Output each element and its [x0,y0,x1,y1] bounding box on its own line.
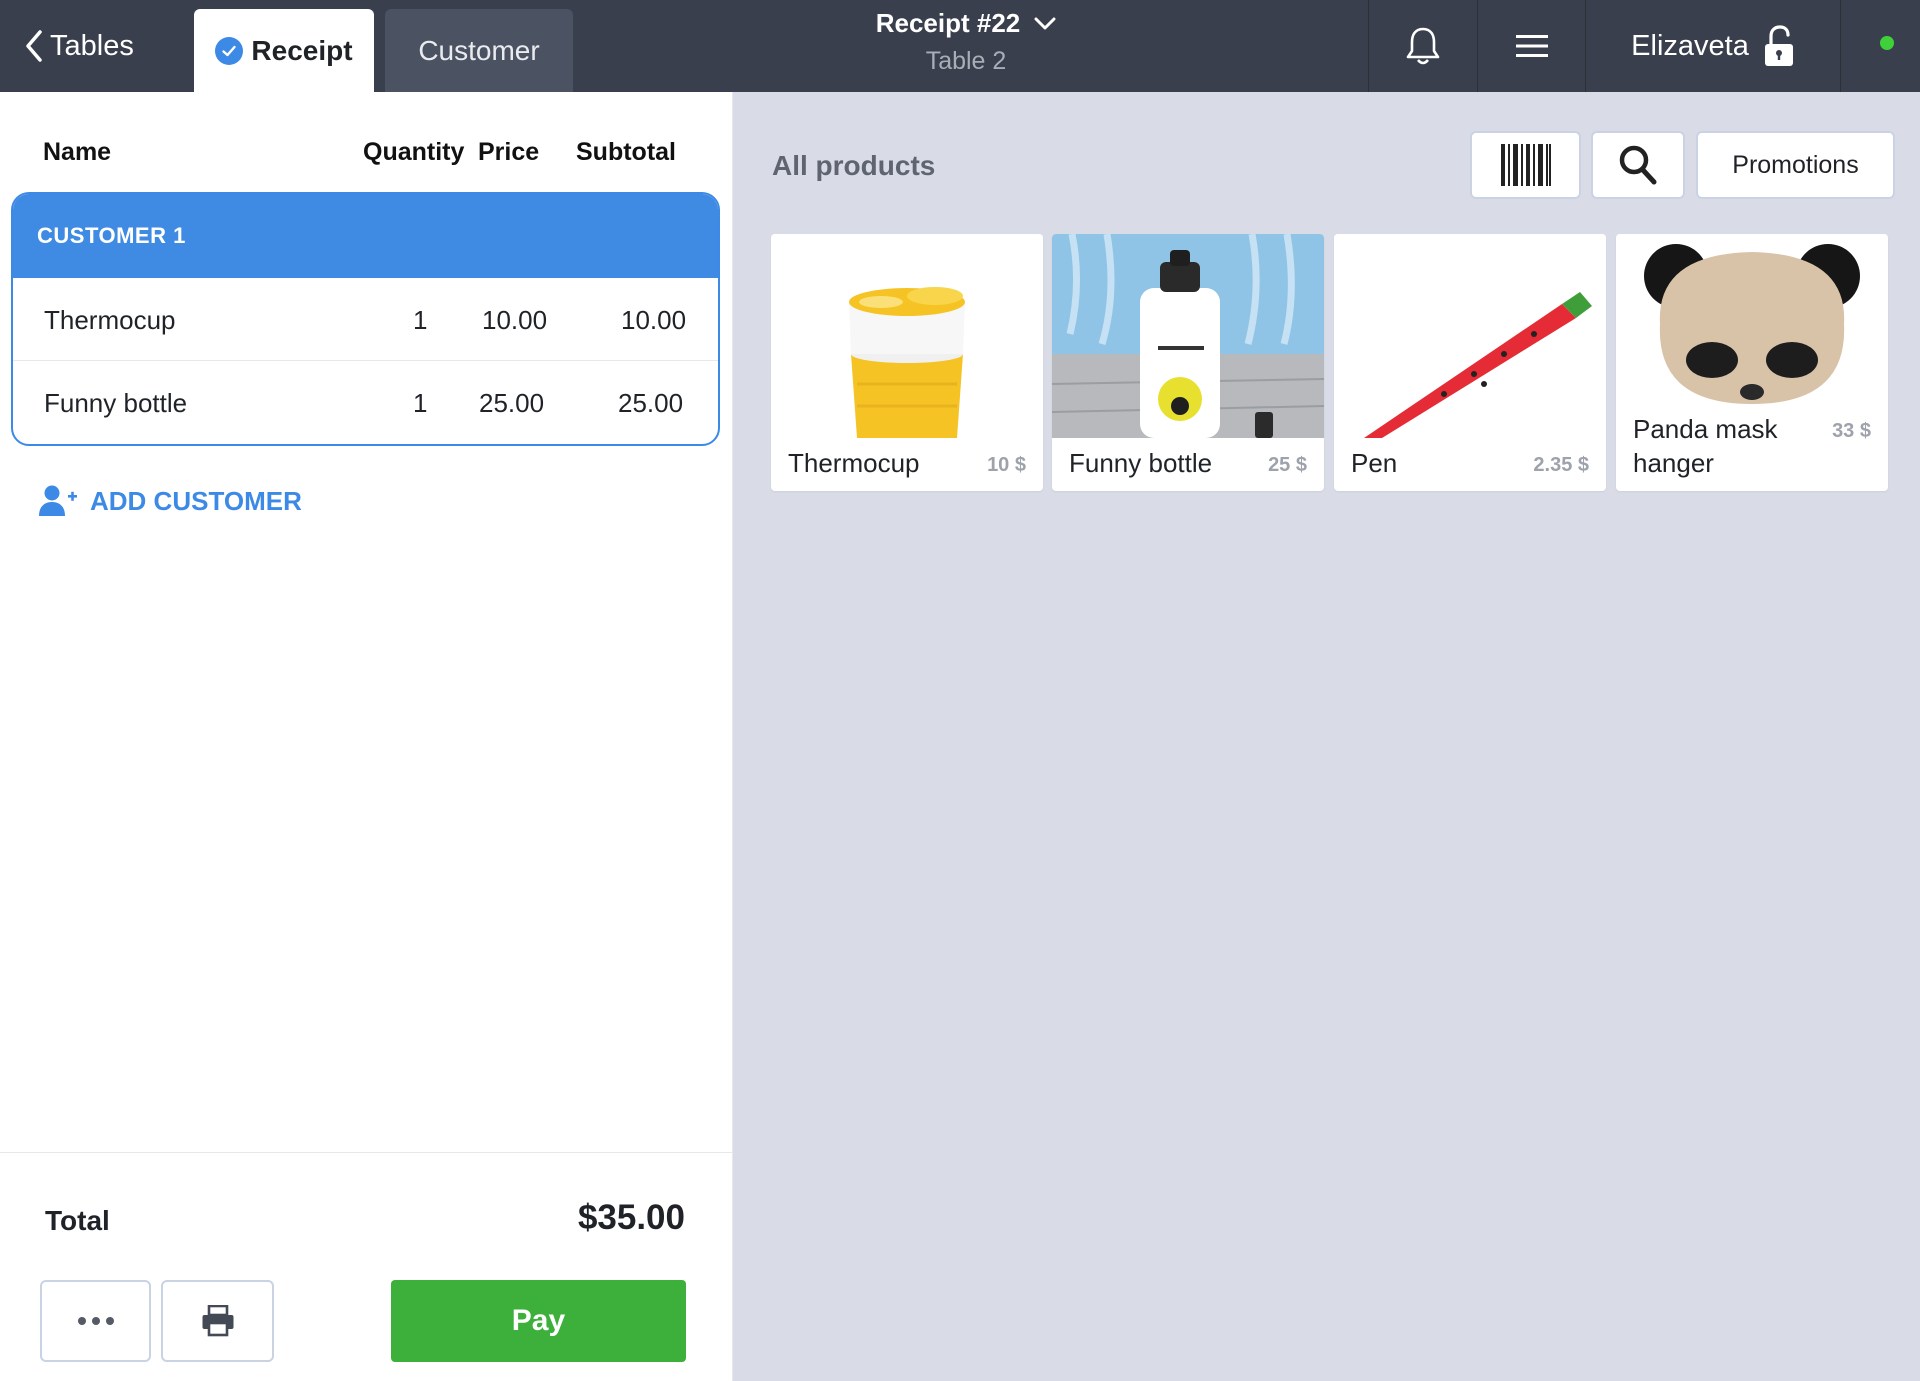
menu-button[interactable] [1478,0,1585,92]
customer-header[interactable]: CUSTOMER 1 [13,194,718,278]
customer-group: CUSTOMER 1 Thermocup 1 10.00 10.00 Funny… [11,192,720,446]
item-price: 25.00 [479,388,545,418]
products-section-title: All products [772,150,936,181]
barcode-scan-button[interactable] [1470,131,1581,199]
product-card-funny-bottle[interactable]: Funny bottle 25 $ [1052,234,1324,491]
user-account-button[interactable]: Elizaveta [1586,0,1840,92]
online-status-indicator [1880,36,1894,50]
product-name: Funny bottle [1069,448,1213,478]
user-plus-icon [39,485,77,516]
product-card-thermocup[interactable]: Thermocup 10 $ [771,234,1043,491]
product-card-pen[interactable]: Pen 2.35 $ [1334,234,1606,491]
add-customer-label: ADD CUSTOMER [90,485,302,516]
promotions-label: Promotions [1732,150,1859,179]
product-price: 25 $ [1268,454,1307,476]
check-circle-icon [215,36,244,65]
footer-divider [0,1152,733,1153]
product-price: 33 $ [1832,420,1871,442]
item-name: Thermocup [44,305,176,335]
column-header-name: Name [43,138,112,166]
total-label: Total [45,1205,110,1236]
item-subtotal: 10.00 [621,305,687,335]
hamburger-icon [1515,35,1548,57]
tab-receipt[interactable]: Receipt [194,9,374,92]
product-price: 10 $ [987,454,1026,476]
column-header-subtotal: Subtotal [576,138,676,166]
total-amount: $35.00 [577,1198,685,1237]
column-header-price: Price [478,138,540,166]
receipt-panel: Name Quantity Price Subtotal CUSTOMER 1 … [0,92,733,1381]
chevron-down-icon [1034,17,1056,29]
item-quantity: 1 [413,305,428,335]
receipt-selector[interactable]: Receipt #22 Table 2 [760,8,1172,76]
unlock-icon [1764,25,1793,66]
thermocup-image [771,234,1043,438]
item-price: 10.00 [482,305,548,335]
product-price: 2.35 $ [1533,454,1589,476]
receipt-number: Receipt #22 [875,8,1021,38]
more-dots-icon [77,1317,114,1325]
bell-icon [1406,27,1440,65]
product-card-panda-mask-hanger[interactable]: Panda mask hanger 33 $ [1616,234,1888,491]
tab-customer[interactable]: Customer [385,9,573,92]
pay-button[interactable]: Pay [391,1280,686,1362]
item-quantity: 1 [413,388,428,418]
top-bar: Tables Receipt Customer Receipt #22 Tabl… [0,0,1920,92]
promotions-button[interactable]: Promotions [1696,131,1895,199]
funny-bottle-image [1052,234,1324,438]
tab-receipt-label: Receipt [251,34,353,66]
back-label: Tables [50,29,134,62]
item-name: Funny bottle [44,388,188,418]
panda-mask-image [1616,234,1888,404]
receipt-item-row[interactable]: Funny bottle 1 25.00 25.00 [13,361,718,444]
tab-customer-label: Customer [418,34,540,66]
barcode-icon [1500,144,1551,186]
product-name: Panda mask hanger [1633,414,1778,478]
chevron-left-icon [26,30,42,62]
product-name: Pen [1351,448,1398,478]
back-to-tables-button[interactable]: Tables [24,22,134,70]
column-header-quantity: Quantity [363,138,465,166]
print-button[interactable] [161,1280,274,1362]
notifications-button[interactable] [1369,0,1477,92]
divider [1840,0,1841,92]
item-subtotal: 25.00 [618,388,684,418]
receipt-item-row[interactable]: Thermocup 1 10.00 10.00 [13,278,718,361]
more-options-button[interactable] [40,1280,151,1362]
pen-image [1334,234,1606,438]
search-icon [1619,145,1657,185]
product-name: Thermocup [788,448,920,478]
add-customer-button[interactable]: ADD CUSTOMER [38,484,302,518]
receipt-title: Receipt #22 [876,8,1057,39]
table-name: Table 2 [925,47,1007,75]
printer-icon [202,1305,233,1337]
search-button[interactable] [1591,131,1685,199]
user-name: Elizaveta [1631,29,1749,62]
